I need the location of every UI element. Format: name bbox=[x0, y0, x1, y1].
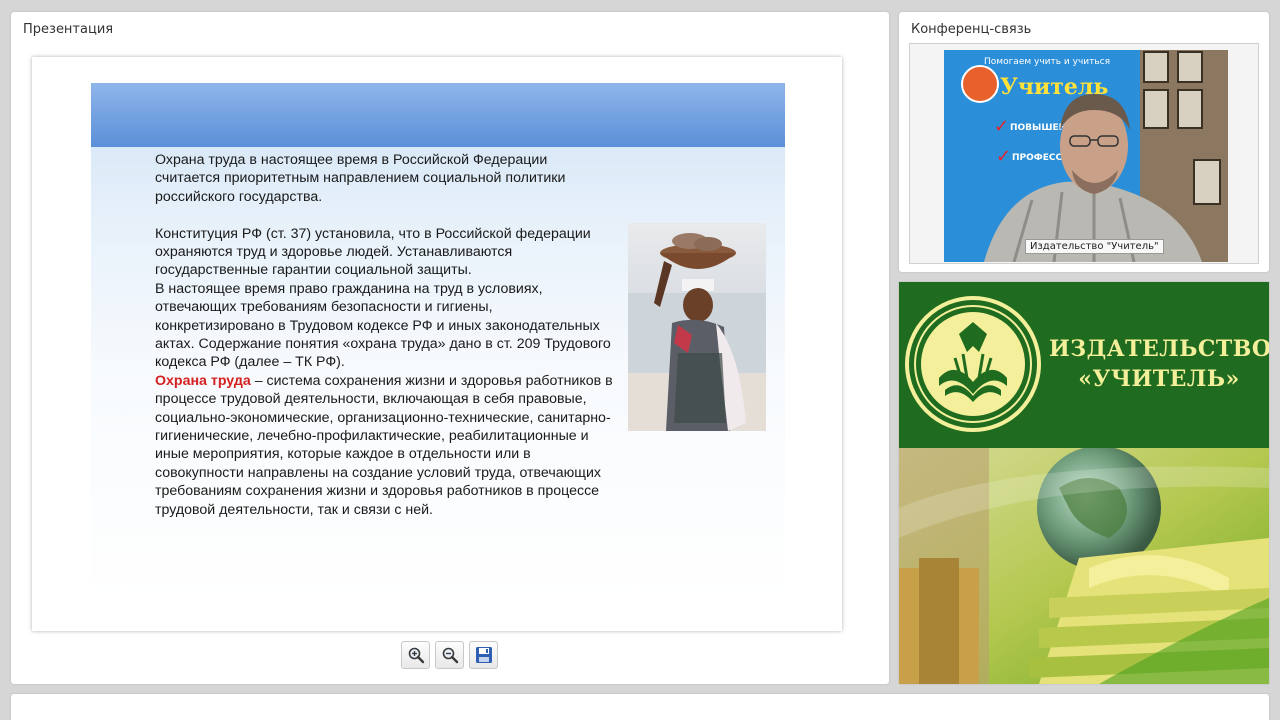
slide: Охрана труда в настоящее время в Российс… bbox=[91, 83, 785, 603]
video-frame: Помогаем учить и учиться Учитель ПОВЫШЕН… bbox=[909, 43, 1259, 264]
publisher-banner: ИЗДАТЕЛЬСТВО «УЧИТЕЛЬ» bbox=[899, 282, 1269, 684]
slide-term: Охрана труда bbox=[155, 372, 251, 389]
slide-frame: Охрана труда в настоящее время в Российс… bbox=[32, 57, 842, 631]
publisher-banner-top: ИЗДАТЕЛЬСТВО «УЧИТЕЛЬ» bbox=[899, 282, 1269, 448]
slide-toolbar bbox=[401, 641, 498, 669]
slide-photo-worker-carrying-basket bbox=[628, 223, 766, 431]
slide-paragraph-1: Охрана труда в настоящее время в Российс… bbox=[155, 152, 566, 205]
zoom-in-button[interactable] bbox=[401, 641, 430, 669]
publisher-name: ИЗДАТЕЛЬСТВО «УЧИТЕЛЬ» bbox=[1049, 334, 1269, 394]
zoom-in-icon bbox=[408, 647, 424, 664]
publisher-name-line-2: «УЧИТЕЛЬ» bbox=[1078, 366, 1240, 392]
slide-text: Охрана труда в настоящее время в Российс… bbox=[155, 151, 615, 519]
slide-paragraph-2: Конституция РФ (ст. 37) установила, что … bbox=[155, 225, 591, 279]
participant-video[interactable]: Помогаем учить и учиться Учитель ПОВЫШЕН… bbox=[944, 50, 1228, 262]
conference-panel: Конференц-связь Помогаем учить и учиться… bbox=[899, 12, 1269, 272]
save-button[interactable] bbox=[469, 641, 498, 669]
poster-tagline: Помогаем учить и учиться bbox=[984, 57, 1110, 67]
conference-panel-title: Конференц-связь bbox=[911, 22, 1032, 37]
bottom-chat-panel bbox=[11, 694, 1269, 720]
participant-name-label: Издательство "Учитель" bbox=[1025, 239, 1164, 254]
floppy-disk-icon bbox=[475, 647, 492, 663]
presentation-panel-title: Презентация bbox=[23, 22, 114, 37]
publisher-logo-icon bbox=[905, 296, 1041, 432]
publisher-banner-books-globe-image bbox=[899, 446, 1269, 684]
slide-paragraph-3: В настоящее время право гражданина на тр… bbox=[155, 280, 611, 371]
svg-text:✓: ✓ bbox=[994, 116, 1009, 137]
publisher-name-line-1: ИЗДАТЕЛЬСТВО bbox=[1049, 336, 1269, 362]
zoom-out-button[interactable] bbox=[435, 641, 464, 669]
zoom-out-icon bbox=[442, 647, 458, 664]
poster-item-2: ПРОФЕСС bbox=[1012, 153, 1062, 163]
slide-header-band bbox=[91, 83, 785, 147]
slide-paragraph-4: Охрана труда – система сохранения жизни … bbox=[155, 372, 615, 519]
svg-text:✓: ✓ bbox=[996, 146, 1011, 167]
presentation-panel: Презентация Охрана труда в настоящее вре… bbox=[11, 12, 889, 684]
slide-definition: – система сохранения жизни и здоровья ра… bbox=[155, 372, 613, 518]
